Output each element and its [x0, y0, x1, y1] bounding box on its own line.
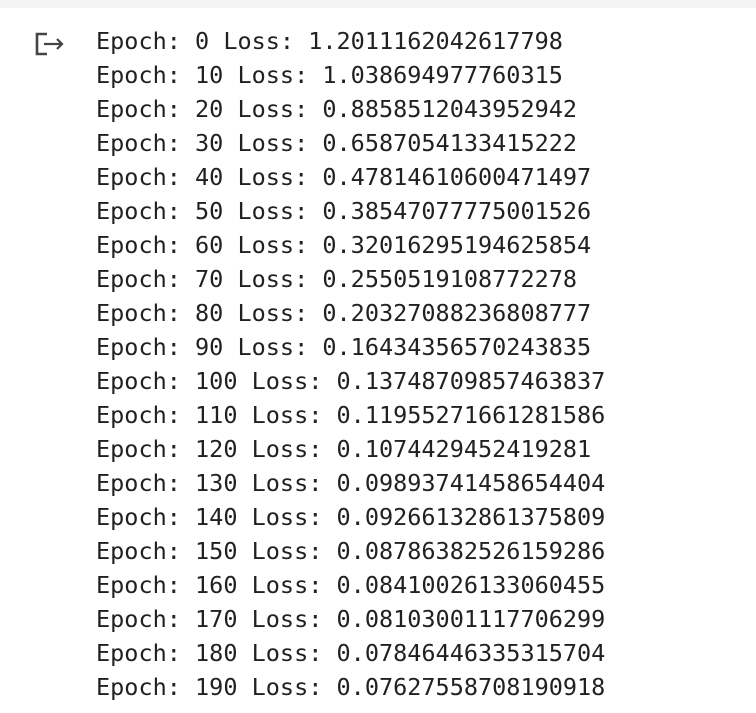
output-line: Epoch: 190 Loss: 0.07627558708190918 — [96, 673, 606, 701]
output-line: Epoch: 130 Loss: 0.09893741458654404 — [96, 469, 606, 497]
output-line: Epoch: 20 Loss: 0.8858512043952942 — [96, 95, 578, 123]
output-line: Epoch: 30 Loss: 0.6587054133415222 — [96, 129, 578, 157]
output-line: Epoch: 170 Loss: 0.08103001117706299 — [96, 605, 606, 633]
output-line: Epoch: 40 Loss: 0.47814610600471497 — [96, 163, 592, 191]
output-redirect-icon[interactable] — [34, 31, 66, 57]
cell-top-border — [0, 0, 756, 8]
output-line: Epoch: 50 Loss: 0.38547077775001526 — [96, 197, 592, 225]
output-line: Epoch: 60 Loss: 0.32016295194625854 — [96, 231, 592, 259]
output-line: Epoch: 10 Loss: 1.038694977760315 — [96, 61, 563, 89]
output-line: Epoch: 0 Loss: 1.2011162042617798 — [96, 27, 563, 55]
output-line: Epoch: 80 Loss: 0.20327088236808777 — [96, 299, 592, 327]
output-line: Epoch: 110 Loss: 0.11955271661281586 — [96, 401, 606, 429]
output-line: Epoch: 90 Loss: 0.16434356570243835 — [96, 333, 592, 361]
output-text: Epoch: 0 Loss: 1.2011162042617798 Epoch:… — [96, 24, 605, 704]
output-line: Epoch: 120 Loss: 0.1074429452419281 — [96, 435, 592, 463]
output-line: Epoch: 160 Loss: 0.08410026133060455 — [96, 571, 606, 599]
output-line: Epoch: 140 Loss: 0.09266132861375809 — [96, 503, 606, 531]
output-line: Epoch: 150 Loss: 0.08786382526159286 — [96, 537, 606, 565]
cell-output-area: Epoch: 0 Loss: 1.2011162042617798 Epoch:… — [0, 24, 756, 713]
output-line: Epoch: 100 Loss: 0.13748709857463837 — [96, 367, 606, 395]
output-line: Epoch: 180 Loss: 0.07846446335315704 — [96, 639, 606, 667]
output-line: Epoch: 70 Loss: 0.2550519108772278 — [96, 265, 578, 293]
